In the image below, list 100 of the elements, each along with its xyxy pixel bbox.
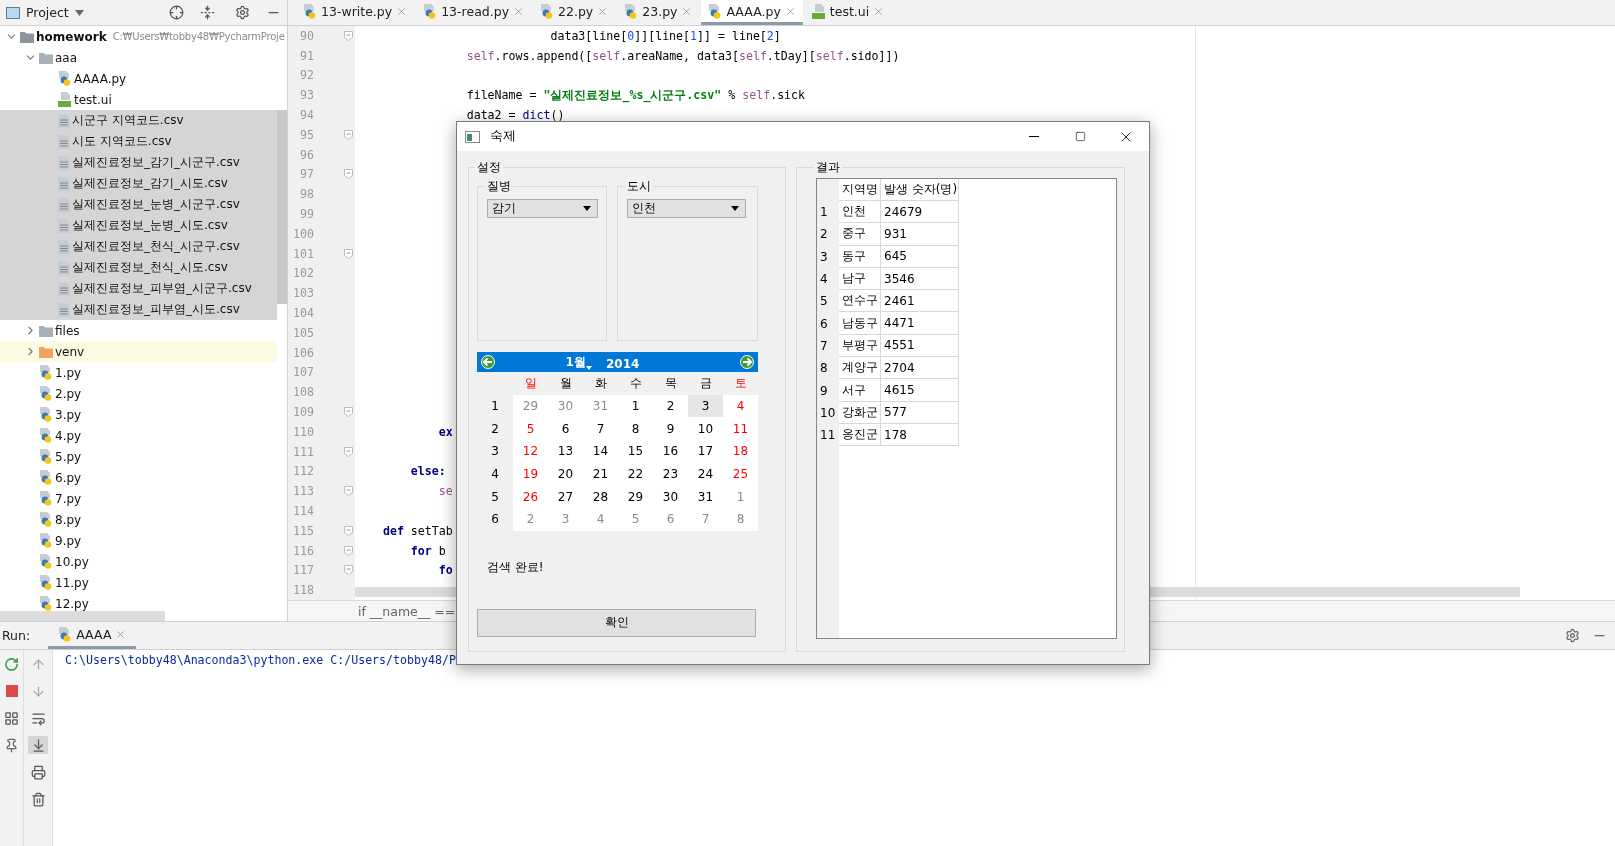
- calendar-day[interactable]: 2: [653, 394, 688, 418]
- calendar-day[interactable]: 18: [723, 440, 758, 463]
- calendar-day[interactable]: 6: [653, 508, 688, 531]
- next-month-icon[interactable]: [740, 355, 754, 369]
- calendar-day[interactable]: 1: [618, 394, 653, 418]
- tree-item[interactable]: AAAA.py: [0, 68, 287, 89]
- calendar-day[interactable]: 8: [723, 508, 758, 531]
- fold-marker-icon[interactable]: [343, 446, 353, 457]
- tree-item[interactable]: 11.py: [0, 572, 277, 593]
- run-tab[interactable]: AAAA: [48, 622, 137, 649]
- calendar-day[interactable]: 26: [513, 485, 548, 509]
- fold-marker-icon[interactable]: [343, 525, 353, 536]
- fold-marker-icon[interactable]: [343, 248, 353, 259]
- tree-item[interactable]: aaa: [0, 47, 287, 68]
- close-icon[interactable]: [115, 628, 127, 640]
- close-icon[interactable]: [784, 5, 796, 17]
- calendar-day[interactable]: 31: [688, 485, 723, 509]
- calendar-day[interactable]: 17: [688, 440, 723, 463]
- calendar-day[interactable]: 4: [723, 394, 758, 418]
- calendar-day[interactable]: 10: [688, 417, 723, 441]
- editor-tab[interactable]: test.ui: [804, 0, 892, 25]
- calendar-day[interactable]: 25: [723, 462, 758, 486]
- dropdown[interactable]: 감기: [487, 199, 598, 218]
- calendar-day[interactable]: 30: [548, 394, 583, 418]
- collapse-icon[interactable]: [200, 5, 215, 20]
- close-icon[interactable]: [681, 5, 693, 17]
- calendar-day[interactable]: 3: [548, 508, 583, 531]
- month-button[interactable]: 1월: [565, 353, 592, 371]
- calendar-day[interactable]: 3: [688, 394, 723, 418]
- calendar-day[interactable]: 29: [513, 394, 548, 418]
- scrollbar[interactable]: [277, 110, 287, 304]
- calendar-day[interactable]: 15: [618, 440, 653, 463]
- calendar-day[interactable]: 29: [618, 485, 653, 509]
- tree-item[interactable]: 실제진료정보_천식_시군구.csv: [0, 236, 277, 257]
- calendar-day[interactable]: 28: [583, 485, 618, 509]
- calendar-day[interactable]: 12: [513, 440, 548, 463]
- panel-title[interactable]: Project: [26, 5, 69, 20]
- tree-item[interactable]: 실제진료정보_눈병_시군구.csv: [0, 194, 277, 215]
- tree-item[interactable]: 시도 지역코드.csv: [0, 131, 277, 152]
- fold-marker-icon[interactable]: [343, 565, 353, 576]
- calendar-day[interactable]: 7: [583, 417, 618, 441]
- scrollbar[interactable]: [0, 611, 165, 621]
- calendar-day[interactable]: 20: [548, 462, 583, 486]
- calendar-day[interactable]: 24: [688, 462, 723, 486]
- fold-marker-icon[interactable]: [343, 129, 353, 140]
- locate-icon[interactable]: [169, 5, 184, 20]
- calendar-day[interactable]: 30: [653, 485, 688, 509]
- tree-item[interactable]: 실제진료정보_눈병_시도.csv: [0, 215, 277, 236]
- tree-item[interactable]: 9.py: [0, 530, 277, 551]
- tree-item[interactable]: 7.py: [0, 488, 277, 509]
- calendar-day[interactable]: 16: [653, 440, 688, 463]
- caret-icon[interactable]: [74, 9, 84, 16]
- tree-item[interactable]: 실제진료정보_천식_시도.csv: [0, 257, 277, 278]
- calendar-day[interactable]: 21: [583, 462, 618, 486]
- editor-tab[interactable]: 13-read.py: [416, 0, 532, 25]
- tool-button[interactable]: [28, 736, 48, 754]
- year-button[interactable]: 2014: [605, 353, 640, 371]
- tree-item[interactable]: 2.py: [0, 383, 277, 404]
- calendar-day[interactable]: 22: [618, 462, 653, 486]
- dropdown[interactable]: 인천: [627, 199, 746, 218]
- tree-item[interactable]: test.ui: [0, 89, 287, 110]
- tree-item[interactable]: 실제진료정보_피부염_시도.csv: [0, 299, 277, 320]
- close-icon[interactable]: [873, 5, 885, 17]
- editor-tab[interactable]: AAAA.py: [701, 0, 803, 25]
- breadcrumb[interactable]: if __name__ ==: [358, 603, 456, 619]
- fold-marker-icon[interactable]: [343, 30, 353, 41]
- calendar-day[interactable]: 8: [618, 417, 653, 441]
- tree-item[interactable]: 12.py: [0, 593, 277, 611]
- calendar-day[interactable]: 5: [618, 508, 653, 531]
- previous-month-icon[interactable]: [481, 355, 495, 369]
- tree-item[interactable]: 실제진료정보_감기_시도.csv: [0, 173, 277, 194]
- calendar-day[interactable]: 2: [513, 508, 548, 531]
- tree-item[interactable]: 4.py: [0, 425, 277, 446]
- calendar-day[interactable]: 5: [513, 417, 548, 441]
- calendar-day[interactable]: 7: [688, 508, 723, 531]
- calendar-day[interactable]: 9: [653, 417, 688, 441]
- tree-item[interactable]: 6.py: [0, 467, 277, 488]
- fold-marker-icon[interactable]: [343, 486, 353, 497]
- tree-item[interactable]: 1.py: [0, 362, 277, 383]
- tree-item[interactable]: files: [0, 320, 277, 341]
- tree-item[interactable]: venv: [0, 341, 277, 362]
- tree-item[interactable]: 8.py: [0, 509, 277, 530]
- fold-marker-icon[interactable]: [343, 169, 353, 180]
- confirm-button[interactable]: 확인: [477, 608, 756, 637]
- calendar-day[interactable]: 11: [723, 417, 758, 441]
- tree-item[interactable]: 10.py: [0, 551, 277, 572]
- tree-item[interactable]: 5.py: [0, 446, 277, 467]
- tree-item[interactable]: 실제진료정보_감기_시군구.csv: [0, 152, 277, 173]
- fold-marker-icon[interactable]: [343, 545, 353, 556]
- calendar-day[interactable]: 1: [723, 485, 758, 509]
- close-icon[interactable]: [396, 5, 408, 17]
- close-icon[interactable]: [513, 5, 525, 17]
- calendar-day[interactable]: 6: [548, 417, 583, 441]
- fold-marker-icon[interactable]: [343, 407, 353, 418]
- tree-item[interactable]: 시군구 지역코드.csv: [0, 110, 277, 131]
- calendar-day[interactable]: 19: [513, 462, 548, 486]
- editor-tab[interactable]: 22.py: [533, 0, 616, 25]
- editor-tab[interactable]: 23.py: [617, 0, 700, 25]
- calendar-day[interactable]: 14: [583, 440, 618, 463]
- tree-item[interactable]: homework C:₩Users₩tobby48₩PycharmProje: [0, 26, 287, 47]
